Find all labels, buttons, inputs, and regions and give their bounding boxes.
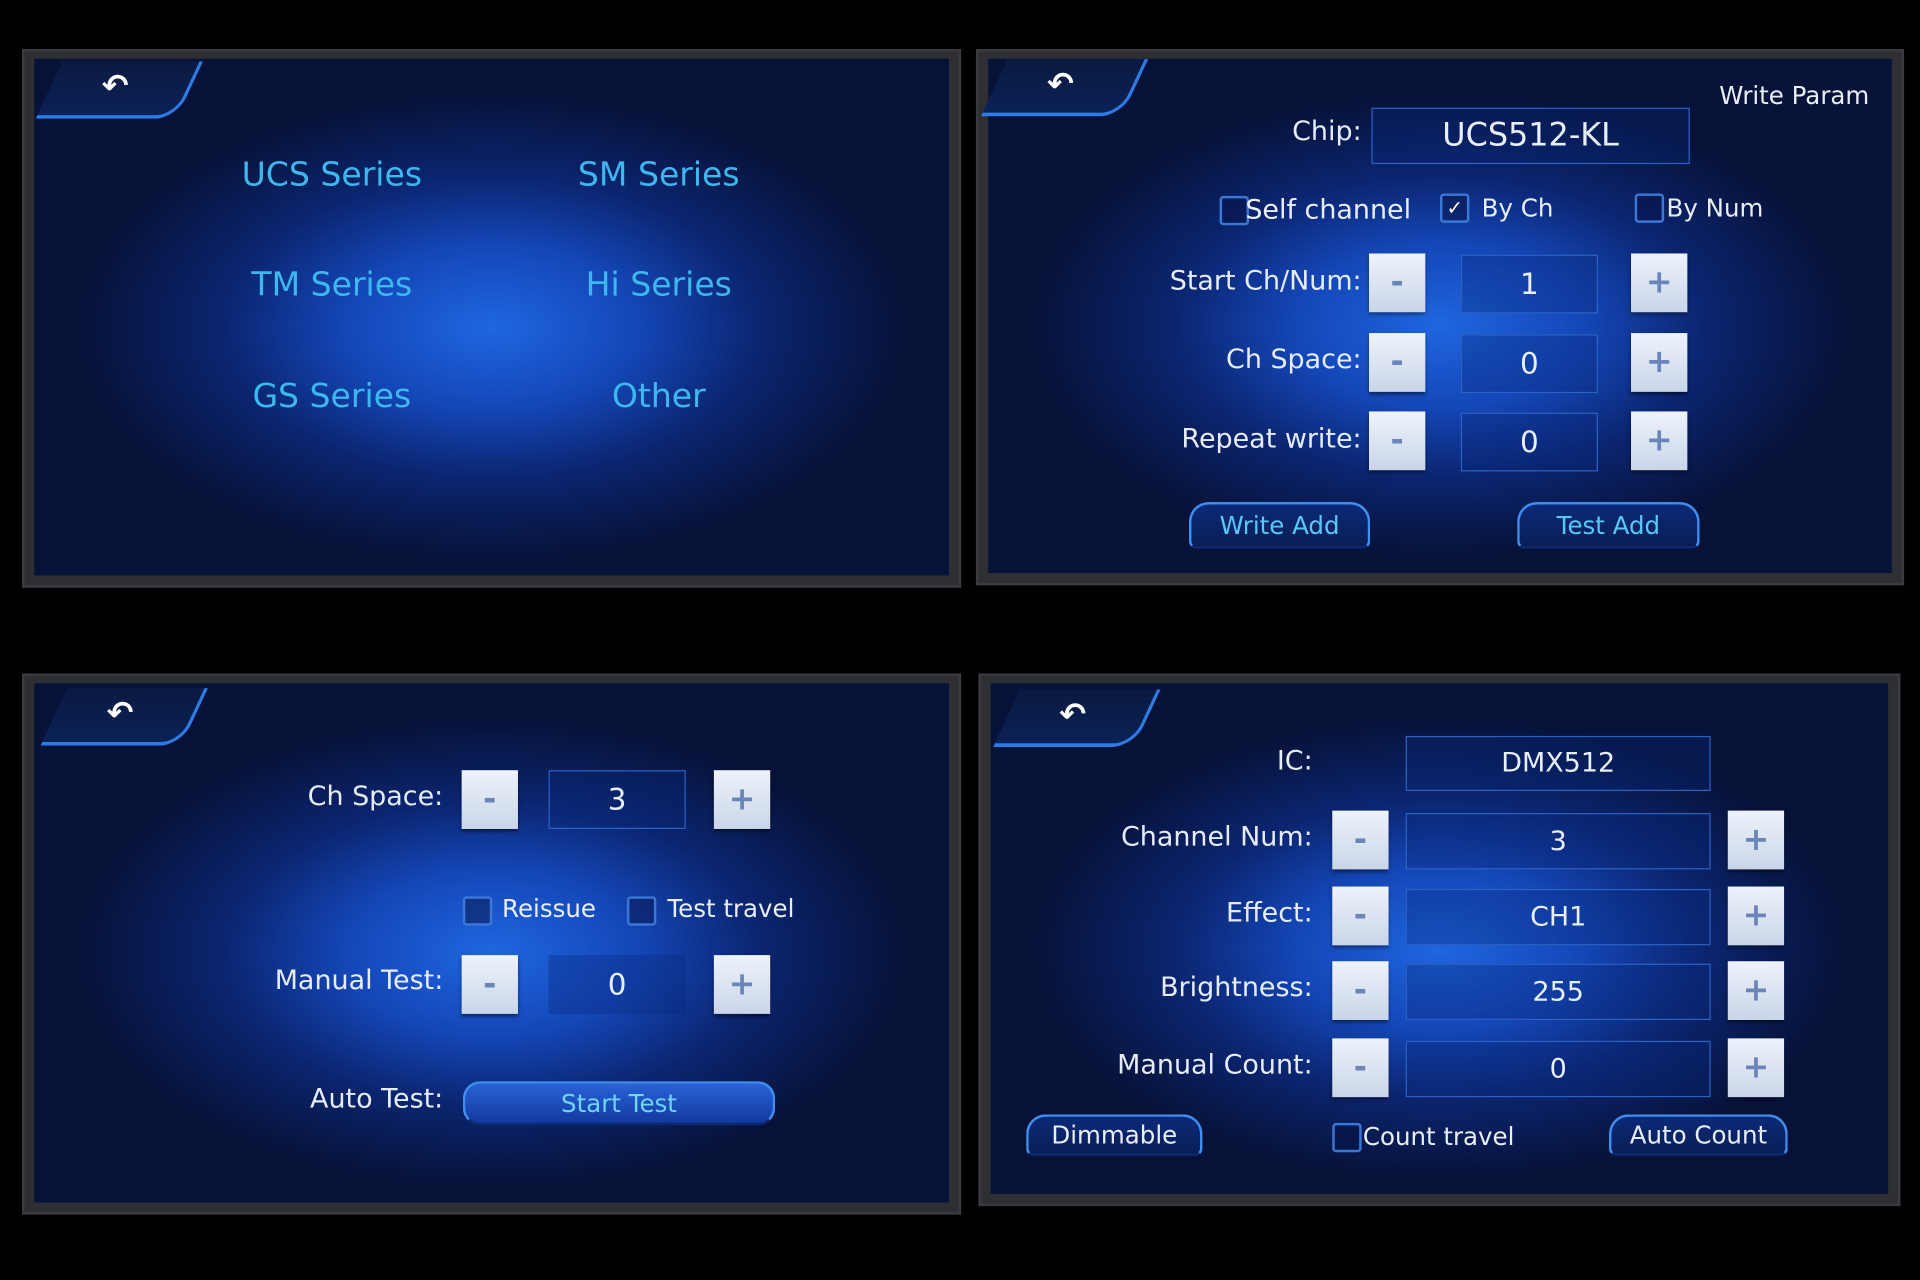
chip-label: Chip: — [1292, 116, 1362, 148]
back-icon: ↶ — [106, 695, 134, 733]
ch-space-value[interactable]: 3 — [548, 770, 686, 829]
channel-num-plus-button[interactable]: + — [1727, 810, 1785, 870]
series-gs[interactable]: GS Series — [252, 378, 411, 416]
start-ch-minus-button[interactable]: - — [1368, 253, 1426, 313]
ch-space-value[interactable]: 0 — [1460, 334, 1598, 394]
by-ch-label: By Ch — [1481, 193, 1554, 223]
manual-count-minus-button[interactable]: - — [1332, 1038, 1389, 1098]
start-ch-value[interactable]: 1 — [1460, 254, 1598, 314]
series-hi[interactable]: Hi Series — [586, 266, 732, 304]
dimmable-button[interactable]: Dimmable — [1026, 1114, 1203, 1156]
start-test-button[interactable]: Start Test — [462, 1081, 776, 1126]
brightness-plus-button[interactable]: + — [1727, 961, 1785, 1021]
ch-space-plus-button[interactable]: + — [713, 770, 771, 829]
brightness-label: Brightness: — [1160, 972, 1313, 1004]
back-icon: ↶ — [1059, 696, 1087, 734]
self-channel-label: Self channel — [1245, 195, 1412, 226]
series-ucs[interactable]: UCS Series — [242, 156, 422, 194]
manual-test-plus-button[interactable]: + — [713, 955, 771, 1014]
effect-label: Effect: — [1226, 898, 1313, 929]
repeat-write-plus-button[interactable]: + — [1631, 411, 1688, 471]
page-title: Write Param — [1719, 80, 1870, 111]
ic-value[interactable]: DMX512 — [1405, 735, 1711, 792]
by-num-checkbox[interactable] — [1634, 193, 1665, 223]
series-tm[interactable]: TM Series — [251, 266, 412, 304]
start-ch-label: Start Ch/Num: — [1169, 266, 1362, 297]
series-panel — [22, 48, 962, 588]
ic-label: IC: — [1276, 746, 1313, 777]
by-ch-checkbox[interactable]: ✓ — [1440, 193, 1470, 223]
manual-test-value[interactable]: 0 — [548, 955, 686, 1014]
series-other[interactable]: Other — [612, 378, 706, 416]
repeat-write-value[interactable]: 0 — [1460, 412, 1598, 472]
count-travel-checkbox[interactable] — [1332, 1122, 1362, 1153]
effect-plus-button[interactable]: + — [1727, 886, 1785, 946]
back-icon: ↶ — [101, 68, 129, 106]
ch-space-label: Ch Space: — [307, 781, 444, 813]
chip-value[interactable]: UCS512-KL — [1371, 107, 1690, 165]
manual-test-minus-button[interactable]: - — [461, 955, 518, 1014]
ch-space-label: Ch Space: — [1226, 344, 1362, 376]
reissue-checkbox[interactable] — [462, 896, 493, 926]
ch-space-minus-button[interactable]: - — [461, 770, 518, 829]
channel-num-minus-button[interactable]: - — [1332, 810, 1389, 870]
effect-value[interactable]: CH1 — [1405, 888, 1711, 946]
write-add-button[interactable]: Write Add — [1188, 502, 1371, 549]
start-ch-plus-button[interactable]: + — [1631, 253, 1688, 313]
count-travel-label: Count travel — [1362, 1121, 1515, 1152]
by-num-label: By Num — [1666, 193, 1764, 223]
channel-num-value[interactable]: 3 — [1405, 813, 1711, 870]
ch-space-minus-button[interactable]: - — [1368, 333, 1426, 392]
auto-count-button[interactable]: Auto Count — [1608, 1114, 1788, 1156]
test-travel-checkbox[interactable] — [626, 896, 657, 926]
reissue-label: Reissue — [502, 893, 596, 924]
brightness-minus-button[interactable]: - — [1332, 961, 1389, 1021]
ch-space-plus-button[interactable]: + — [1631, 333, 1688, 392]
auto-test-label: Auto Test: — [310, 1084, 444, 1115]
test-travel-label: Test travel — [667, 893, 795, 924]
repeat-write-minus-button[interactable]: - — [1368, 411, 1426, 471]
brightness-value[interactable]: 255 — [1405, 963, 1711, 1021]
manual-count-value[interactable]: 0 — [1405, 1040, 1711, 1098]
series-sm[interactable]: SM Series — [578, 156, 740, 194]
manual-count-plus-button[interactable]: + — [1727, 1038, 1785, 1098]
channel-num-label: Channel Num: — [1120, 822, 1313, 853]
back-icon: ↶ — [1047, 66, 1074, 103]
test-add-button[interactable]: Test Add — [1517, 502, 1700, 549]
test-panel — [22, 673, 962, 1215]
manual-test-label: Manual Test: — [274, 965, 444, 997]
manual-count-label: Manual Count: — [1117, 1050, 1313, 1081]
repeat-write-label: Repeat write: — [1181, 424, 1362, 455]
effect-minus-button[interactable]: - — [1332, 886, 1389, 946]
